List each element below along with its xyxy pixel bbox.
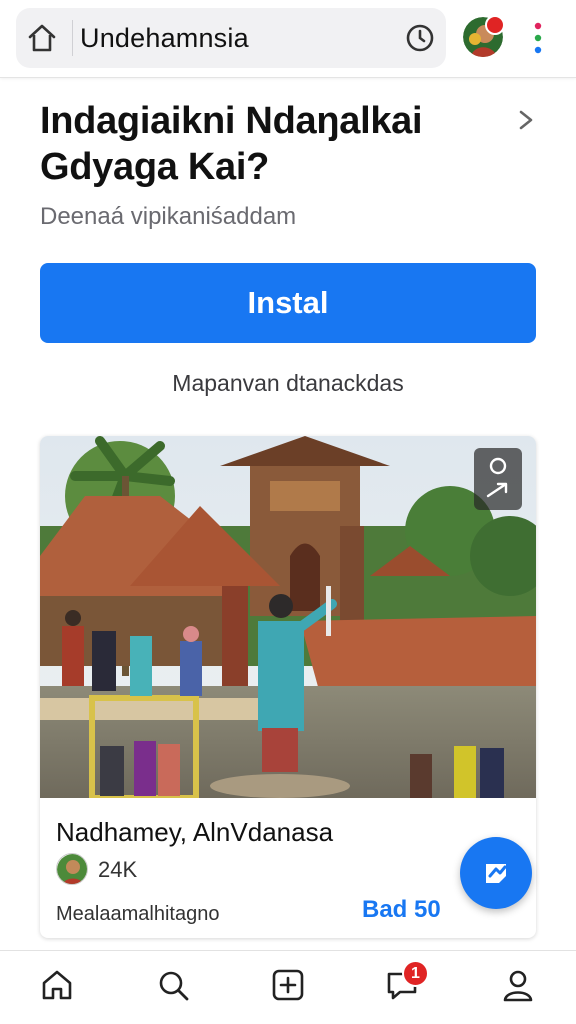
create-post-icon[interactable]: [270, 967, 306, 1003]
search-icon[interactable]: [155, 967, 191, 1003]
profile-icon[interactable]: [500, 967, 536, 1003]
caption-text: Mapanvan dtanackdas: [172, 370, 404, 396]
notification-dot: [485, 15, 505, 35]
author-avatar[interactable]: [56, 853, 88, 885]
expand-icon: [486, 457, 508, 498]
engagement-count: 24K: [98, 857, 138, 882]
floating-action-button[interactable]: [460, 837, 532, 909]
home-icon[interactable]: [39, 967, 75, 1003]
messenger-icon: [486, 864, 507, 883]
home-icon[interactable]: [26, 22, 58, 54]
bottom-navigation: [0, 950, 576, 1024]
page-title: Indagiaikni Ndaŋalkai Gdyaga Kai?: [40, 100, 423, 188]
media-control-button[interactable]: [474, 448, 522, 510]
notification-badge: 1: [402, 960, 429, 987]
address-divider: [72, 20, 73, 56]
install-button[interactable]: Instal: [40, 263, 536, 343]
more-vert-icon[interactable]: [533, 22, 543, 54]
browser-toolbar: Undehamnsia: [0, 0, 576, 78]
post-title[interactable]: Nadhamey, AlnVdanasa: [56, 817, 333, 848]
address-bar[interactable]: Undehamnsia: [16, 8, 446, 68]
address-text[interactable]: Undehamnsia: [80, 23, 249, 54]
post-meta: Mealaamalhitagno: [56, 903, 220, 925]
post-image[interactable]: [40, 436, 536, 798]
clock-icon[interactable]: [404, 22, 436, 54]
chevron-right-icon[interactable]: [512, 104, 540, 136]
page-subtitle: Deenaá vipikaniśaddam: [40, 203, 297, 230]
post-action-link[interactable]: Bad 50: [362, 896, 441, 924]
